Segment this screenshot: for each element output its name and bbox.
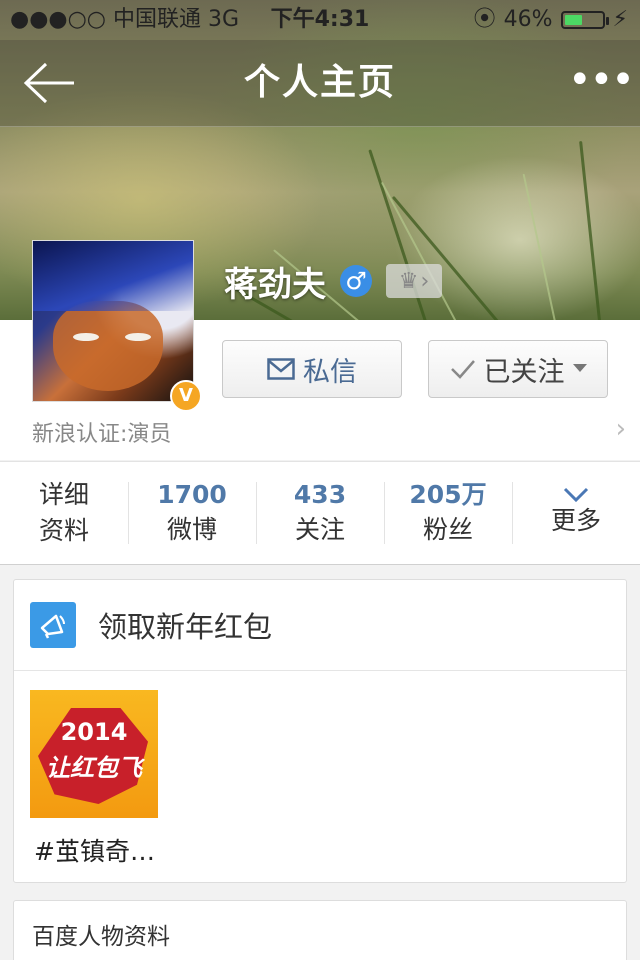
stat-label: 关注 — [294, 515, 345, 544]
red-packet-caption[interactable]: #茧镇奇… — [34, 832, 155, 868]
follow-label: 已关注 — [483, 356, 565, 388]
baidu-profile-card[interactable]: 百度人物资料 — [13, 900, 627, 960]
stat-weibo[interactable]: 1700 微博 — [128, 462, 256, 564]
stat-following[interactable]: 433 关注 — [256, 462, 384, 564]
red-packet-thumbnail[interactable]: 2014 让红包飞 — [30, 690, 158, 818]
charging-icon: ⚡ — [612, 7, 628, 32]
stat-followers[interactable]: 205万 粉丝 — [384, 462, 512, 564]
message-label: 私信 — [303, 356, 357, 388]
battery-icon — [560, 11, 609, 29]
stat-value: 205万 — [409, 480, 487, 509]
stat-label: 详细 — [38, 480, 89, 509]
profile-name-row: 蒋劲夫 ♂ ♛ › — [224, 254, 442, 308]
stat-label: 微博 — [166, 515, 217, 544]
verification-text[interactable]: 新浪认证:演员 — [32, 416, 171, 448]
stat-label: 粉丝 — [422, 515, 473, 544]
chevron-right-icon: › — [420, 268, 430, 294]
crown-icon: ♛ — [398, 268, 419, 294]
stat-value: 1700 — [157, 480, 227, 509]
profile-screen: ●●●○○ 中国联通 3G 下午4:31 ⦿ 46% ⚡ 个人主页 ••• 蒋劲… — [0, 0, 640, 960]
red-packet-header[interactable]: 领取新年红包 — [14, 580, 626, 671]
red-packet-card: 领取新年红包 2014 让红包飞 #茧镇奇… — [13, 579, 627, 883]
caret-down-icon — [572, 364, 587, 372]
avatar-eye — [73, 333, 99, 341]
megaphone-glyph — [40, 614, 65, 639]
more-button[interactable]: ••• — [568, 60, 635, 106]
baidu-card-title: 百度人物资料 — [32, 924, 170, 950]
page-title: 个人主页 — [243, 62, 396, 103]
envelope-icon — [267, 358, 295, 380]
thumb-slogan: 让红包飞 — [46, 754, 142, 782]
male-icon: ♂ — [340, 265, 372, 297]
rotation-lock-icon: ⦿ — [473, 7, 496, 32]
follow-status-button[interactable]: 已关注 — [428, 340, 608, 398]
avatar[interactable] — [32, 240, 194, 402]
stats-bar: 详细 资料 1700 微博 433 关注 205万 粉丝 更多 — [0, 461, 640, 565]
battery-percent: 46% — [503, 7, 553, 32]
thumb-year: 2014 — [60, 718, 128, 746]
avatar-hair — [33, 241, 193, 311]
member-crown-button[interactable]: ♛ › — [386, 264, 442, 298]
stat-details[interactable]: 详细 资料 — [0, 462, 128, 564]
message-button[interactable]: 私信 — [222, 340, 402, 398]
status-bar: ●●●○○ 中国联通 3G 下午4:31 ⦿ 46% ⚡ — [0, 0, 640, 40]
battery-info: ⦿ 46% ⚡ — [474, 0, 628, 40]
stat-label: 资料 — [38, 516, 89, 545]
avatar-eye — [125, 333, 151, 341]
chevron-down-icon — [563, 487, 589, 503]
avatar-face — [53, 301, 163, 391]
checkmark-icon — [450, 360, 475, 379]
megaphone-icon — [30, 602, 76, 648]
profile-name: 蒋劲夫 — [224, 264, 326, 305]
nav-bar: 个人主页 ••• — [0, 40, 640, 127]
stat-more[interactable]: 更多 — [512, 462, 640, 564]
stat-value: 433 — [293, 480, 347, 509]
red-packet-title: 领取新年红包 — [98, 610, 273, 644]
chevron-right-icon[interactable]: › — [616, 414, 626, 444]
verified-badge-icon: V — [170, 380, 202, 412]
stat-label: 更多 — [550, 506, 601, 535]
